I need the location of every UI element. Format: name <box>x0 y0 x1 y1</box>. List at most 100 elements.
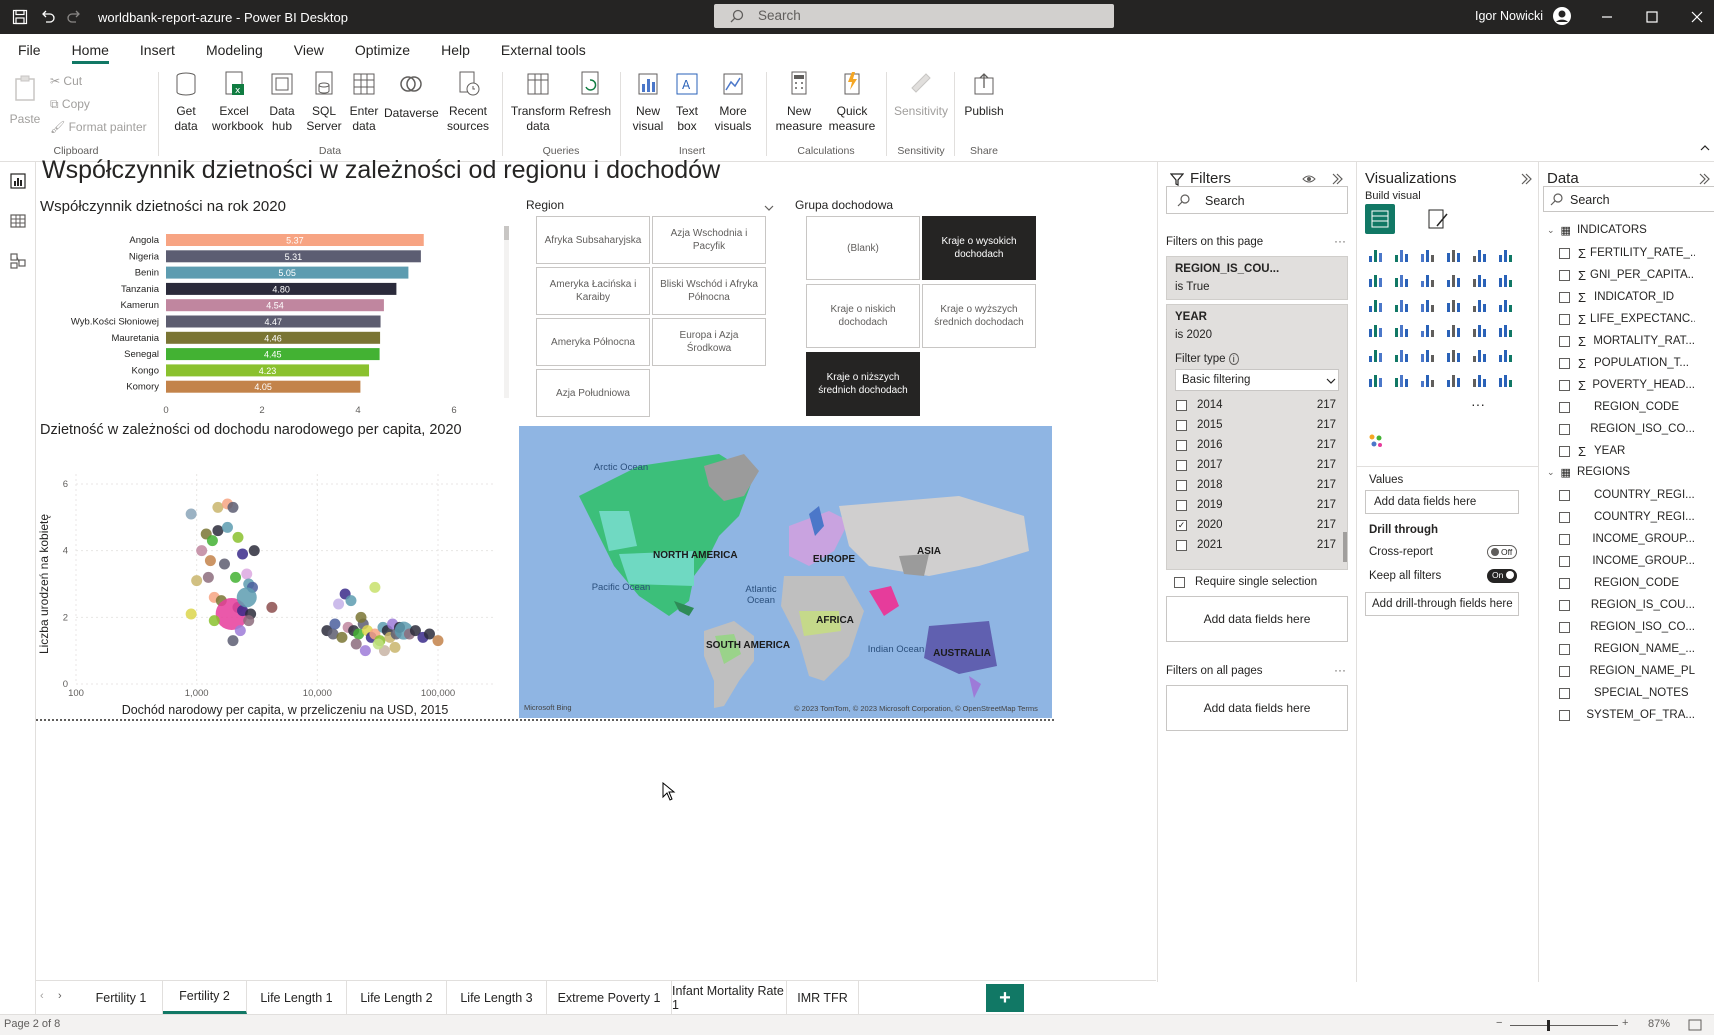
page-tab[interactable]: Life Length 3 <box>447 981 547 1014</box>
sensitivity-button[interactable]: Sensitivity <box>892 70 950 119</box>
shape-map-icon[interactable] <box>1419 321 1441 343</box>
year-option[interactable]: 2019 217 <box>1176 495 1336 515</box>
scatter-point[interactable] <box>369 581 381 593</box>
card-icon[interactable] <box>1497 321 1519 343</box>
scatter-point[interactable] <box>227 635 239 647</box>
filters-search[interactable]: Search <box>1166 186 1348 214</box>
fit-page-icon[interactable] <box>1688 1019 1702 1031</box>
pie-icon[interactable] <box>1445 296 1467 318</box>
maximize-icon[interactable] <box>1645 10 1659 24</box>
checkbox[interactable] <box>1559 379 1570 391</box>
scatter-point[interactable] <box>236 587 257 608</box>
region-chip[interactable]: Azja Wschodnia i Pacyfik <box>652 216 766 264</box>
values-drop-zone[interactable]: Add data fields here <box>1365 490 1519 514</box>
more-visuals-button[interactable]: More visuals <box>708 70 758 134</box>
region-chip[interactable]: Azja Południowa <box>536 369 650 417</box>
field-item[interactable]: REGION_ISO_CO... <box>1559 418 1695 440</box>
zoom-handle[interactable] <box>1547 1020 1550 1031</box>
scatter-point[interactable] <box>196 545 208 557</box>
ribbon-icon[interactable] <box>1497 271 1519 293</box>
checkbox[interactable] <box>1176 399 1187 411</box>
region-chip[interactable]: Ameryka Północna <box>536 318 650 366</box>
100-column-icon[interactable] <box>1497 246 1519 268</box>
checkbox[interactable] <box>1176 499 1187 511</box>
page-tab[interactable]: IMR TFR <box>787 981 859 1014</box>
scatter-point[interactable] <box>202 571 214 583</box>
page-tab[interactable]: Infant Mortality Rate 1 <box>672 981 787 1014</box>
scatter-point[interactable] <box>355 611 367 623</box>
bar-chart[interactable]: Angola 5.37 Nigeria 5.31 Benin 5.05 Tanzania 4.… <box>40 222 510 422</box>
income-chip[interactable]: Kraje o wysokich dochodach <box>922 216 1036 280</box>
income-chip[interactable]: Kraje o niższych średnich dochodach <box>806 352 920 416</box>
checkbox[interactable] <box>1559 357 1570 369</box>
scatter-point[interactable] <box>204 555 216 567</box>
checkbox[interactable] <box>1176 419 1187 431</box>
publish-button[interactable]: Publish <box>962 70 1006 119</box>
next-page-icon[interactable]: › <box>58 990 62 1002</box>
slicer-icon[interactable] <box>1419 346 1441 368</box>
region-chip[interactable]: Afryka Subsaharyjska <box>536 216 650 264</box>
field-item[interactable]: Σ INDICATOR_ID <box>1559 286 1695 308</box>
key-influencers-icon[interactable] <box>1393 371 1415 393</box>
enter-data-button[interactable]: Enter data <box>346 70 382 134</box>
search-box[interactable]: Search <box>714 4 1114 28</box>
matrix-icon[interactable] <box>1471 346 1493 368</box>
prev-page-icon[interactable]: ‹ <box>40 990 44 1002</box>
scatter-point[interactable] <box>212 525 224 537</box>
field-item[interactable]: Σ FERTILITY_RATE_... <box>1559 242 1695 264</box>
checkbox[interactable] <box>1559 577 1570 589</box>
year-option[interactable]: 2017 217 <box>1176 455 1336 475</box>
quick-measure-button[interactable]: Quick measure <box>826 70 878 134</box>
build-visual-tab[interactable] <box>1365 204 1395 234</box>
require-single-checkbox[interactable]: Require single selection <box>1174 576 1317 588</box>
data-search[interactable]: Search <box>1543 186 1714 212</box>
collapse-pane-icon[interactable] <box>1697 172 1711 186</box>
checkbox[interactable] <box>1559 423 1570 435</box>
field-item[interactable]: Σ POVERTY_HEAD... <box>1559 374 1695 396</box>
scatter-point[interactable] <box>372 638 384 650</box>
stacked-column-icon[interactable] <box>1393 246 1415 268</box>
page-tab[interactable]: Extreme Poverty 1 <box>547 981 672 1014</box>
drill-through-drop-zone[interactable]: Add drill-through fields here <box>1365 592 1519 616</box>
scatter-point[interactable] <box>329 618 341 630</box>
scatter-icon[interactable] <box>1419 296 1441 318</box>
report-canvas[interactable]: Współczynnik dzietności w zależności od … <box>36 156 1156 980</box>
scatter-chart[interactable]: 0246100 1,000 10,000 100,000Dochód narodowy… <box>36 444 506 724</box>
checkbox[interactable] <box>1559 709 1570 721</box>
custom-visual-icon[interactable] <box>1367 432 1389 454</box>
region-chip[interactable]: Europa i Azja Środkowa <box>652 318 766 366</box>
table-node[interactable]: ⌄ ▦ INDICATORS <box>1547 220 1647 240</box>
avatar-icon[interactable] <box>1552 6 1572 26</box>
gauge-icon[interactable] <box>1471 321 1493 343</box>
scatter-point[interactable] <box>241 568 253 580</box>
multi-row-card-icon[interactable] <box>1367 346 1389 368</box>
checkbox[interactable] <box>1176 459 1187 471</box>
checkbox[interactable] <box>1559 599 1570 611</box>
checkbox[interactable] <box>1559 643 1570 655</box>
year-option[interactable]: 2015 217 <box>1176 415 1336 435</box>
field-item[interactable]: Σ POPULATION_T... <box>1559 352 1695 374</box>
year-option[interactable]: 2021 217 <box>1176 535 1336 555</box>
filled-map-icon[interactable] <box>1393 321 1415 343</box>
checkbox[interactable] <box>1559 313 1570 325</box>
checkbox[interactable] <box>1559 335 1570 347</box>
filters-all-add-fields[interactable]: Add data fields here <box>1166 685 1348 731</box>
field-item[interactable]: Σ GNI_PER_CAPITA... <box>1559 264 1695 286</box>
year-list-scrollbar[interactable] <box>1343 532 1347 562</box>
checkbox-checked[interactable]: ✓ <box>1176 519 1187 531</box>
scatter-point[interactable] <box>185 508 197 520</box>
clustered-bar-icon[interactable] <box>1419 246 1441 268</box>
chevron-down-icon[interactable] <box>764 204 774 212</box>
chevron-down-icon[interactable]: ⌄ <box>1547 225 1555 236</box>
line-icon[interactable] <box>1367 271 1389 293</box>
chevron-down-icon[interactable]: ⌄ <box>1547 467 1555 478</box>
checkbox[interactable] <box>1559 401 1570 413</box>
paginated-icon[interactable] <box>1471 371 1493 393</box>
checkbox[interactable] <box>1176 539 1187 551</box>
model-view-icon[interactable] <box>9 252 27 270</box>
field-item[interactable]: Σ LIFE_EXPECTANC... <box>1559 308 1695 330</box>
filters-add-fields[interactable]: Add data fields here <box>1166 596 1348 642</box>
scatter-point[interactable] <box>227 501 239 513</box>
scatter-point[interactable] <box>432 635 444 647</box>
income-chip[interactable]: (Blank) <box>806 216 920 280</box>
